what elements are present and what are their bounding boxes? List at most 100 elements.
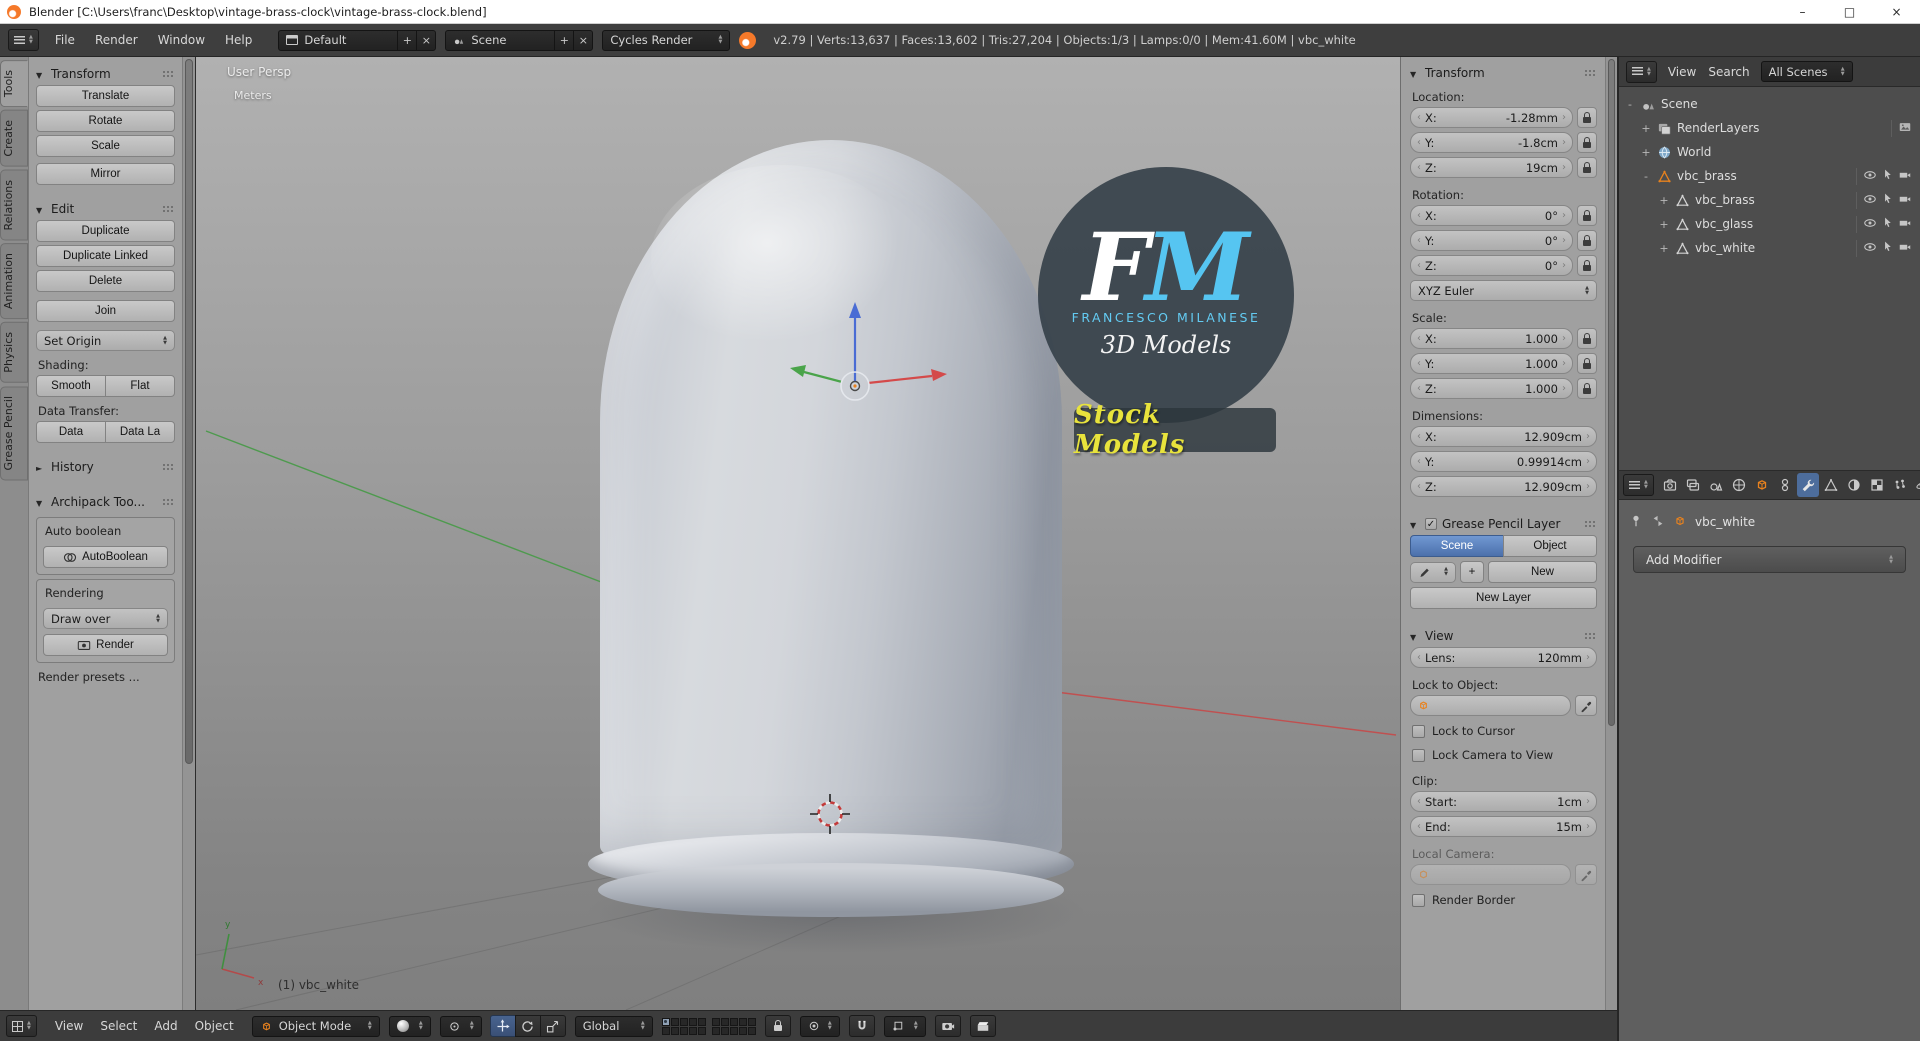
outliner-row-world[interactable]: + World (1619, 140, 1920, 164)
tab-modifiers[interactable] (1796, 473, 1819, 497)
expander[interactable]: + (1641, 122, 1651, 135)
manipulator-translate-button[interactable] (489, 1015, 516, 1037)
help-menu[interactable]: Help (224, 33, 253, 47)
tab-relations[interactable]: Relations (0, 169, 28, 241)
camera-render-icon[interactable] (1898, 168, 1912, 185)
render-button[interactable]: Render (43, 634, 168, 656)
mirror-button[interactable]: Mirror (36, 163, 175, 185)
panel-drag-icon[interactable] (162, 69, 175, 79)
maximize-button[interactable]: □ (1826, 0, 1873, 23)
window-menu[interactable]: Window (157, 33, 206, 47)
tab-scene[interactable] (1705, 473, 1727, 497)
n-panel-scrollbar[interactable] (1605, 57, 1617, 1010)
layer-square[interactable] (688, 1026, 697, 1035)
np-grease-pencil-header[interactable]: Grease Pencil Layer (1410, 513, 1597, 535)
panel-drag-icon[interactable] (162, 497, 175, 507)
history-panel-header[interactable]: History (36, 456, 175, 478)
cursor-select-icon[interactable] (1881, 216, 1894, 232)
panel-drag-icon[interactable] (1584, 519, 1597, 529)
layer-square[interactable] (747, 1026, 756, 1035)
expander[interactable]: + (1659, 218, 1669, 231)
layer-square[interactable] (729, 1017, 738, 1026)
data-transfer-data-button[interactable]: Data (36, 421, 106, 443)
tab-world[interactable] (1728, 473, 1750, 497)
mode-select[interactable]: Object Mode (251, 1015, 380, 1037)
editor-type-button[interactable] (1626, 60, 1657, 83)
editor-type-button[interactable] (8, 29, 39, 51)
clip-end-field[interactable]: End: 15m (1410, 816, 1597, 837)
tab-texture[interactable] (1866, 473, 1888, 497)
3d-viewport[interactable]: x y F M FRANCESCO MILANESE 3D Models Sto… (196, 57, 1617, 1010)
data-transfer-layout-button[interactable]: Data La (105, 421, 175, 443)
outliner-row-vbc-white[interactable]: + vbc_white (1619, 236, 1920, 260)
add-screen-layout-button[interactable]: + (397, 29, 418, 51)
orientation-select[interactable]: Global (574, 1015, 653, 1037)
scale-x-field[interactable]: X: 1.000 (1410, 328, 1573, 349)
browse-arrows-icon[interactable] (1651, 514, 1665, 531)
delete-button[interactable]: Delete (36, 270, 175, 292)
lens-field[interactable]: Lens: 120mm (1410, 647, 1597, 668)
layer-square[interactable] (688, 1017, 697, 1026)
outliner-search-menu[interactable]: Search (1707, 65, 1750, 79)
local-camera-picker[interactable] (1410, 864, 1571, 885)
select-menu[interactable]: Select (99, 1019, 138, 1033)
lock-to-cursor-checkbox[interactable] (1412, 724, 1425, 738)
tab-object[interactable] (1751, 473, 1773, 497)
rotation-x-field[interactable]: X: 0° (1410, 205, 1573, 226)
expander[interactable]: + (1659, 194, 1669, 207)
translate-button[interactable]: Translate (36, 85, 175, 107)
lock-location-x-button[interactable] (1577, 107, 1597, 128)
eye-icon[interactable] (1863, 216, 1877, 233)
lock-scale-y-button[interactable] (1577, 353, 1597, 374)
object-menu[interactable]: Object (194, 1019, 235, 1033)
rotation-y-field[interactable]: Y: 0° (1410, 230, 1573, 251)
tab-render[interactable] (1659, 473, 1681, 497)
layer-square[interactable] (711, 1026, 720, 1035)
tool-shelf-scrollbar[interactable] (182, 57, 195, 1010)
layer-square[interactable] (729, 1026, 738, 1035)
tab-create[interactable]: Create (0, 110, 28, 167)
gp-pencil-select[interactable] (1410, 561, 1456, 583)
pivot-select[interactable] (439, 1015, 482, 1037)
tab-object-data[interactable] (1820, 473, 1842, 497)
tab-animation[interactable]: Animation (0, 243, 28, 320)
layer-square[interactable] (720, 1017, 729, 1026)
draw-over-menu[interactable]: Draw over (43, 608, 168, 629)
lock-rotation-z-button[interactable] (1577, 255, 1597, 276)
add-scene-button[interactable]: + (554, 29, 575, 51)
camera-render-icon[interactable] (1898, 216, 1912, 233)
cursor-select-icon[interactable] (1881, 192, 1894, 208)
duplicate-linked-button[interactable]: Duplicate Linked (36, 245, 175, 267)
panel-drag-icon[interactable] (1584, 68, 1597, 78)
eyedropper-button[interactable] (1575, 695, 1597, 716)
eye-icon[interactable] (1863, 168, 1877, 185)
lock-scale-z-button[interactable] (1577, 378, 1597, 399)
gp-add-button[interactable]: + (1460, 561, 1484, 583)
outliner-view-menu[interactable]: View (1667, 65, 1697, 79)
editor-type-button[interactable] (6, 1015, 37, 1037)
layer-square[interactable] (679, 1026, 688, 1035)
snap-toggle-button[interactable] (848, 1015, 875, 1037)
scale-button[interactable]: Scale (36, 135, 175, 157)
autoboolean-button[interactable]: AutoBoolean (43, 546, 168, 568)
snap-element-select[interactable] (883, 1015, 926, 1037)
layer-square[interactable] (711, 1017, 720, 1026)
panel-drag-icon[interactable] (162, 462, 175, 472)
scrollbar-thumb[interactable] (185, 59, 193, 765)
grease-pencil-checkbox[interactable] (1425, 518, 1437, 530)
np-transform-header[interactable]: Transform (1410, 62, 1597, 84)
delete-scene-button[interactable]: × (573, 29, 594, 51)
layer-square[interactable] (661, 1017, 670, 1026)
delete-screen-layout-button[interactable]: × (416, 29, 437, 51)
layer-square[interactable] (670, 1017, 679, 1026)
shade-smooth-button[interactable]: Smooth (36, 375, 106, 397)
transform-panel-header[interactable]: Transform (36, 63, 175, 85)
tab-material[interactable] (1843, 473, 1865, 497)
panel-drag-icon[interactable] (162, 204, 175, 214)
duplicate-button[interactable]: Duplicate (36, 220, 175, 242)
dimension-z-field[interactable]: Z: 12.909cm (1410, 476, 1597, 497)
gp-scene-tab[interactable]: Scene (1410, 535, 1504, 557)
scale-z-field[interactable]: Z: 1.000 (1410, 378, 1573, 399)
tab-constraints[interactable] (1774, 473, 1796, 497)
layer-square[interactable] (738, 1017, 747, 1026)
